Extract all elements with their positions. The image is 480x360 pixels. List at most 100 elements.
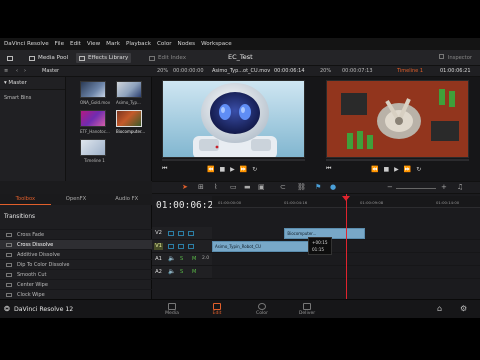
speaker-icon[interactable]: 🔈 — [168, 255, 175, 262]
home-icon[interactable]: ⌂ — [437, 304, 442, 313]
solo-icon[interactable]: S — [180, 256, 183, 262]
jog-start-icon[interactable]: ⏮ — [162, 165, 167, 173]
zoom-out-icon[interactable]: − — [387, 183, 393, 191]
grid-view-button[interactable] — [4, 53, 16, 63]
trim-tool-icon[interactable]: ⊞ — [198, 183, 204, 191]
source-zoom[interactable]: 20% — [157, 68, 168, 74]
clip-name-1: ONA_Gold.mov — [80, 100, 111, 105]
zoom-slider[interactable] — [396, 188, 436, 189]
stop-icon[interactable]: ■ — [219, 166, 225, 173]
zoom-in-icon[interactable]: + — [441, 183, 447, 191]
timeline-name[interactable]: Timeline 1 — [397, 68, 423, 74]
playhead[interactable] — [346, 194, 347, 299]
menu-view[interactable]: View — [87, 41, 100, 47]
tab-toolbox[interactable]: Toolbox — [0, 194, 51, 205]
page-tab-media[interactable]: Media — [157, 303, 187, 316]
insert-clip-icon[interactable]: ▭ — [230, 183, 237, 191]
lock-icon[interactable] — [168, 244, 174, 249]
effect-item-clock-wipe[interactable]: Clock Wipe — [0, 289, 152, 299]
menu-edit[interactable]: Edit — [70, 41, 81, 47]
play-icon-2[interactable]: ▶ — [394, 166, 399, 173]
mute-icon[interactable]: M — [192, 269, 196, 275]
overwrite-clip-icon[interactable]: ▬ — [244, 183, 251, 191]
source-frame[interactable] — [162, 80, 305, 158]
menu-workspace[interactable]: Workspace — [201, 41, 232, 47]
edit-index-button[interactable]: Edit Index — [146, 53, 189, 63]
page-tab-deliver[interactable]: Deliver — [292, 303, 322, 316]
monitor-icon[interactable] — [188, 231, 194, 236]
blade-tool-icon[interactable]: ⌇ — [214, 183, 217, 191]
play-icon[interactable]: ▶ — [230, 166, 235, 173]
tab-audio-fx[interactable]: Audio FX — [101, 194, 152, 205]
page-tab-edit[interactable]: Edit — [202, 303, 232, 316]
effect-item-smooth-cut[interactable]: Smooth Cut — [0, 269, 152, 279]
effects-library-button[interactable]: Effects Library — [76, 53, 132, 63]
timeline-thumbnail[interactable] — [80, 139, 106, 156]
media-pool-button[interactable]: Media Pool — [26, 53, 71, 63]
track-header-a1[interactable]: A1 🔈 S M 2.0 — [152, 253, 212, 266]
menu-app[interactable]: DaVinci Resolve — [4, 41, 49, 47]
jog-start-icon-2[interactable]: ⏮ — [326, 165, 331, 173]
music-icon[interactable]: ♫ — [457, 183, 463, 191]
track-enable-icon[interactable] — [178, 244, 184, 249]
timeline-clip-asimo[interactable]: Asimo_Typin_Robot_CU — [212, 241, 320, 252]
menu-mark[interactable]: Mark — [106, 41, 120, 47]
link-icon[interactable]: ⛓ — [297, 183, 306, 191]
timeline-zoom[interactable]: 20% — [320, 68, 331, 74]
track-header-v2[interactable]: V2 — [152, 227, 212, 240]
next-frame-icon[interactable]: ⏩ — [240, 166, 247, 173]
solo-icon[interactable]: S — [180, 269, 183, 275]
page-tab-label: Media — [165, 311, 179, 316]
effect-item-cross-fade[interactable]: Cross Fade — [0, 229, 152, 239]
playhead-marker-icon[interactable] — [342, 196, 350, 201]
track-label-v1: V1 — [154, 243, 163, 250]
track-header-a2[interactable]: A2 🔈 S M — [152, 266, 212, 279]
effect-item-center-wipe[interactable]: Center Wipe — [0, 279, 152, 289]
prev-frame-icon[interactable]: ⏪ — [207, 166, 214, 173]
clip-thumbnail-4[interactable] — [116, 110, 142, 127]
menu-color[interactable]: Color — [157, 41, 172, 47]
deliver-page-icon — [303, 303, 311, 310]
smart-bins-label[interactable]: Smart Bins — [0, 92, 65, 104]
effect-item-dip-to-color[interactable]: Dip To Color Dissolve — [0, 259, 152, 269]
master-bin[interactable]: ▾ Master — [0, 77, 65, 90]
timeline-frame[interactable] — [326, 80, 469, 158]
loop-icon[interactable]: ↻ — [252, 166, 257, 173]
track-enable-icon[interactable] — [178, 231, 184, 236]
mute-icon[interactable]: M — [192, 256, 196, 262]
lock-icon[interactable] — [168, 231, 174, 236]
effect-item-additive-dissolve[interactable]: Additive Dissolve — [0, 249, 152, 259]
prev-frame-icon-2[interactable]: ⏪ — [371, 166, 378, 173]
monitor-icon[interactable] — [188, 244, 194, 249]
next-frame-icon-2[interactable]: ⏩ — [404, 166, 411, 173]
forward-arrow-icon[interactable]: › — [24, 68, 26, 74]
loop-icon-2[interactable]: ↻ — [416, 166, 421, 173]
clip-thumbnail-2[interactable] — [116, 81, 142, 98]
menu-nodes[interactable]: Nodes — [178, 41, 196, 47]
menu-playback[interactable]: Playback — [126, 41, 151, 47]
edit-tools-row: ➤ ⊞ ⌇ ▭ ▬ ▣ ⊂ ⛓ ⚑ ● − + ♫ — [152, 181, 480, 194]
page-navigation-bar: ❂ DaVinci Resolve 12 Media Edit Color De… — [0, 299, 480, 318]
inspector-button[interactable]: Inspector — [439, 54, 472, 61]
marker-icon[interactable]: ● — [330, 183, 336, 191]
timeline-scrubber[interactable] — [326, 159, 469, 161]
snapping-icon[interactable]: ⊂ — [280, 183, 286, 191]
stop-icon-2[interactable]: ■ — [383, 166, 389, 173]
replace-clip-icon[interactable]: ▣ — [258, 183, 265, 191]
clip-thumbnail-1[interactable] — [80, 81, 106, 98]
source-clip-name[interactable]: Asimo_Typ...ot_CU.mov — [212, 68, 270, 74]
settings-gear-icon[interactable]: ⚙ — [460, 304, 467, 313]
speaker-icon[interactable]: 🔈 — [168, 268, 175, 275]
flag-icon[interactable]: ⚑ — [315, 183, 321, 191]
clip-thumbnail-3[interactable] — [80, 110, 106, 127]
tab-openfx[interactable]: OpenFX — [51, 194, 102, 205]
effect-item-cross-dissolve[interactable]: Cross Dissolve — [0, 239, 152, 249]
selection-tool-icon[interactable]: ➤ — [182, 183, 188, 191]
source-scrubber[interactable] — [162, 159, 305, 161]
page-tab-color[interactable]: Color — [247, 303, 277, 316]
track-header-v1[interactable]: V1 — [152, 240, 212, 253]
list-view-icon[interactable]: ≡ — [4, 68, 8, 74]
back-arrow-icon[interactable]: ‹ — [16, 68, 18, 74]
menu-file[interactable]: File — [55, 41, 64, 47]
effects-tabs: Toolbox OpenFX Audio FX — [0, 194, 152, 205]
